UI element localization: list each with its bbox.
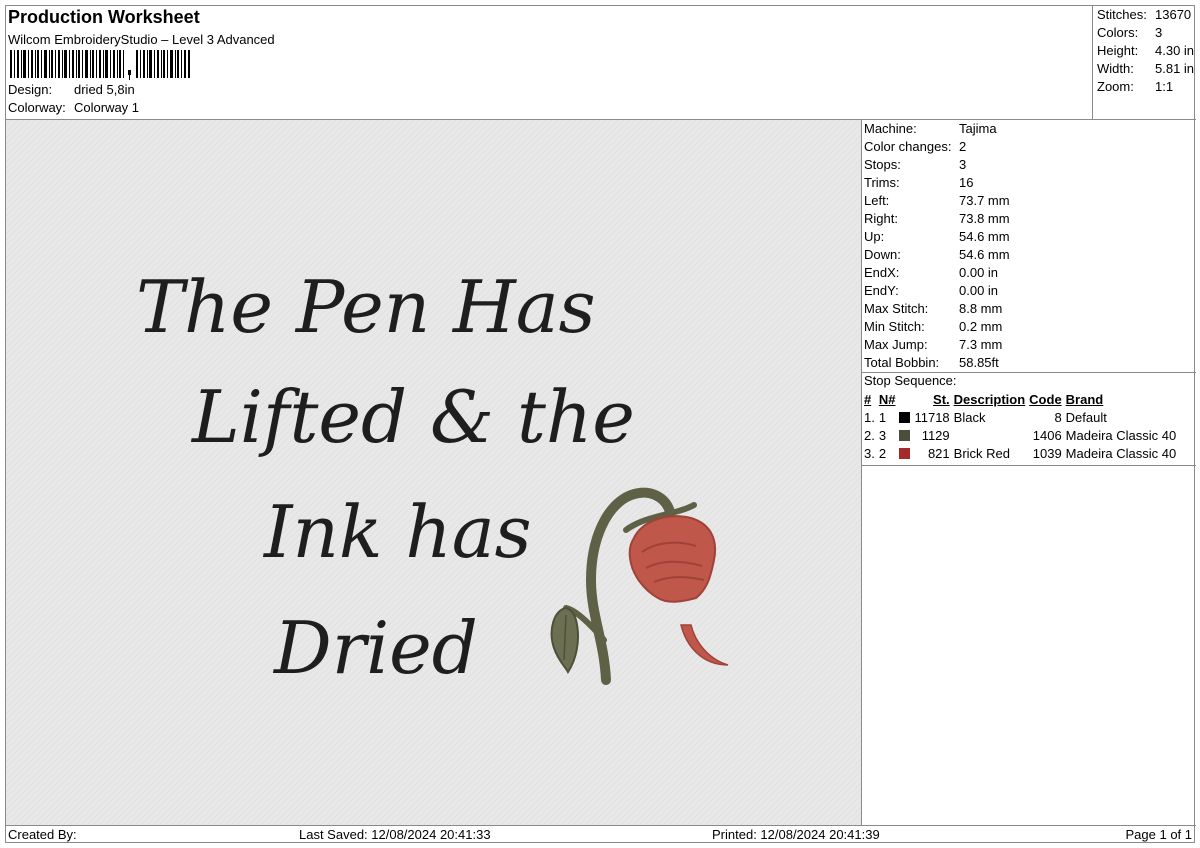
worksheet-header: Production Worksheet Wilcom EmbroiderySt… xyxy=(6,6,1094,119)
embroidery-design: The Pen Has Lifted & the Ink has Dried xyxy=(6,120,861,825)
stop-sequence-title: Stop Sequence: xyxy=(864,373,957,388)
summary-height: Height: 4.30 in xyxy=(1097,43,1195,58)
table-row: 3. 2 821 Brick Red 1039 Madeira Classic … xyxy=(864,445,1177,461)
colorway-label: Colorway: xyxy=(8,100,66,115)
last-saved: Last Saved: 12/08/2024 20:41:33 xyxy=(299,827,491,842)
fabric-background xyxy=(6,120,861,825)
col-code: Code xyxy=(1029,391,1062,407)
summary-stitches: Stitches: 13670 xyxy=(1097,7,1192,22)
info-machine: Machine: Tajima xyxy=(864,121,997,136)
worksheet-footer: Created By: Last Saved: 12/08/2024 20:41… xyxy=(6,825,1196,844)
info-color-changes: Color changes: 2 xyxy=(864,139,967,154)
info-stops: Stops: 3 xyxy=(864,157,967,172)
col-stitches: St. xyxy=(933,391,950,407)
design-text-line-3: Ink has xyxy=(262,490,532,574)
summary-zoom: Zoom: 1:1 xyxy=(1097,79,1174,94)
software-name: Wilcom EmbroideryStudio – Level 3 Advanc… xyxy=(8,32,275,47)
divider xyxy=(862,465,1196,466)
info-max-stitch: Max Stitch: 8.8 mm xyxy=(864,301,1003,316)
color-swatch xyxy=(899,429,911,441)
info-min-stitch: Min Stitch: 0.2 mm xyxy=(864,319,1003,334)
page-number: Page 1 of 1 xyxy=(1125,827,1193,842)
stop-sequence-table: # N# St. Description Code Brand 1. 1 117… xyxy=(862,390,1178,462)
colorway-value: Colorway 1 xyxy=(74,100,140,115)
col-brand: Brand xyxy=(1065,391,1104,407)
color-swatch xyxy=(899,411,911,423)
col-description: Description xyxy=(953,391,1026,407)
worksheet-title: Production Worksheet xyxy=(8,7,200,27)
colorway-row: Colorway: Colorway 1 xyxy=(8,100,139,115)
info-max-jump: Max Jump: 7.3 mm xyxy=(864,337,1003,352)
info-total-bobbin: Total Bobbin: 58.85ft xyxy=(864,355,999,370)
col-num: # xyxy=(864,391,872,407)
col-needle: N# xyxy=(878,391,896,407)
design-row: Design: dried 5,8in xyxy=(8,82,135,97)
info-up: Up: 54.6 mm xyxy=(864,229,1010,244)
table-header-row: # N# St. Description Code Brand xyxy=(862,390,1178,408)
info-trims: Trims: 16 xyxy=(864,175,974,190)
design-summary: Stitches: 13670 Colors: 3 Height: 4.30 in W… xyxy=(1092,6,1196,119)
design-text-line-2: Lifted & the xyxy=(190,375,635,459)
info-endx: EndX: 0.00 in xyxy=(864,265,999,280)
barcode-image xyxy=(10,50,190,80)
summary-width: Width: 5.81 in xyxy=(1097,61,1195,76)
production-worksheet: Production Worksheet Wilcom EmbroiderySt… xyxy=(5,5,1196,844)
info-right: Right: 73.8 mm xyxy=(864,211,1010,226)
info-endy: EndY: 0.00 in xyxy=(864,283,999,298)
summary-colors: Colors: 3 xyxy=(1097,25,1163,40)
info-down: Down: 54.6 mm xyxy=(864,247,1010,262)
table-row: 1. 1 11718 Black 8 Default xyxy=(864,409,1107,425)
table-row: 2. 3 1129 1406 Madeira Classic 40 xyxy=(864,427,1177,443)
design-label: Design: xyxy=(8,82,53,97)
info-left: Left: 73.7 mm xyxy=(864,193,1010,208)
created-by: Created By: xyxy=(8,827,77,842)
printed-date: Printed: 12/08/2024 20:41:39 xyxy=(712,827,880,842)
design-text-line-4: Dried xyxy=(272,606,478,690)
machine-info-panel: Machine: Tajima Color changes: 2 Stops: 3 T… xyxy=(862,119,1196,825)
color-swatch xyxy=(899,447,911,459)
design-preview: The Pen Has Lifted & the Ink has Dried xyxy=(6,119,862,825)
design-value: dried 5,8in xyxy=(74,82,135,97)
design-text-line-1: The Pen Has xyxy=(136,265,596,349)
